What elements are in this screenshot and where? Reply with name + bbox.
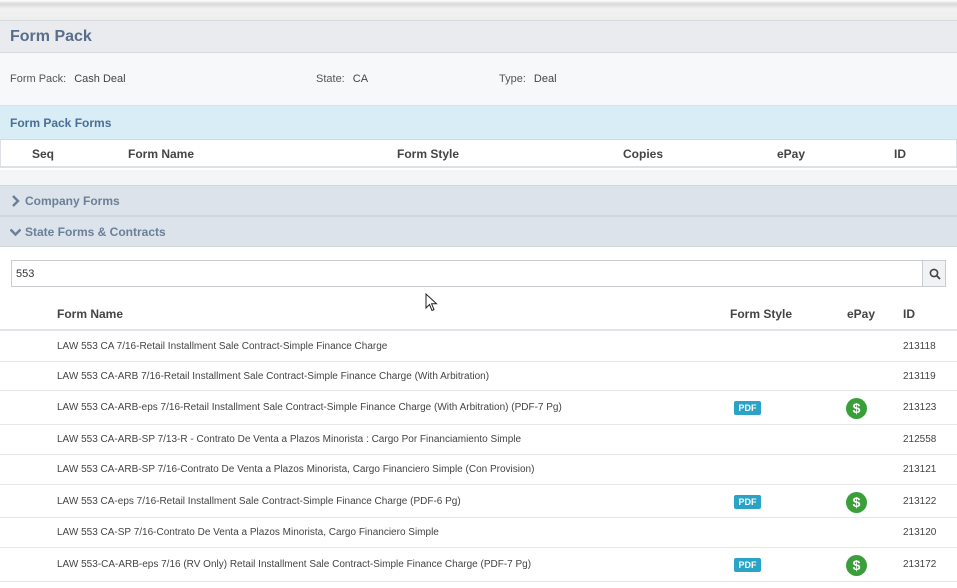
- form-id-cell: 212558: [903, 434, 937, 445]
- chevron-right-icon: [12, 195, 20, 207]
- state-forms-table-header: Form Name Form Style ePay ID: [0, 299, 957, 331]
- state-value: CA: [352, 73, 369, 85]
- state-forms-title: State Forms & Contracts: [25, 225, 166, 239]
- pdf-badge: PDF: [734, 401, 761, 415]
- state-forms-section[interactable]: State Forms & Contracts: [0, 216, 957, 247]
- column-id[interactable]: ID: [894, 147, 906, 161]
- chevron-down-icon: [10, 228, 21, 237]
- pdf-badge: PDF: [734, 495, 761, 509]
- form-pack-label: Form Pack:: [10, 73, 67, 85]
- form-id-cell: 213118: [903, 341, 936, 352]
- column-form-name[interactable]: Form Name: [57, 307, 123, 321]
- table-row[interactable]: LAW 553 CA-ARB-SP 7/13-R - Contrato De V…: [0, 425, 957, 455]
- table-row[interactable]: LAW 553 CA-eps 7/16-Retail Installment S…: [0, 485, 957, 518]
- mouse-cursor-icon: [425, 293, 438, 312]
- column-seq[interactable]: Seq: [32, 147, 54, 161]
- type-value: Deal: [533, 73, 557, 85]
- table-row[interactable]: LAW 553 CA-ARB-eps 7/16-Retail Installme…: [0, 391, 957, 425]
- form-pack-forms-empty-area: [0, 170, 957, 186]
- dollar-icon: $: [846, 555, 867, 576]
- page-title: Form Pack: [10, 28, 92, 45]
- form-name-cell: LAW 553 CA-ARB-SP 7/16-Contrato De Venta…: [57, 464, 535, 475]
- company-forms-section[interactable]: Company Forms: [0, 185, 957, 216]
- form-name-cell: LAW 553 CA-ARB 7/16-Retail Installment S…: [57, 371, 490, 382]
- form-id-cell: 213120: [903, 527, 937, 538]
- pdf-badge: PDF: [734, 558, 761, 572]
- form-pack-forms-table-header: Seq Form Name Form Style Copies ePay ID: [0, 140, 957, 168]
- state-label: State:: [316, 73, 345, 85]
- table-row[interactable]: LAW 553 CA 7/16-Retail Installment Sale …: [0, 332, 957, 362]
- company-forms-title: Company Forms: [25, 194, 120, 208]
- column-id[interactable]: ID: [903, 307, 915, 321]
- search-button[interactable]: [922, 260, 946, 287]
- column-epay[interactable]: ePay: [847, 307, 875, 321]
- type-field: Type: Deal: [499, 73, 557, 85]
- form-id-cell: 213122: [903, 496, 937, 507]
- form-pack-forms-title: Form Pack Forms: [10, 116, 112, 130]
- form-name-cell: LAW 553 CA-ARB-eps 7/16-Retail Installme…: [57, 402, 562, 413]
- state-field: State: CA: [316, 73, 368, 85]
- type-label: Type:: [499, 73, 526, 85]
- form-pack-info: Form Pack: Cash Deal State: CA Type: Deal: [0, 53, 957, 106]
- form-id-cell: 213121: [903, 464, 937, 475]
- form-name-cell: LAW 553 CA-ARB-SP 7/13-R - Contrato De V…: [57, 434, 522, 445]
- column-form-style[interactable]: Form Style: [397, 147, 459, 161]
- dollar-icon: $: [846, 492, 867, 513]
- form-id-cell: 213119: [903, 371, 936, 382]
- search-icon: [929, 268, 941, 280]
- form-pack-forms-header: Form Pack Forms: [0, 106, 957, 140]
- column-epay[interactable]: ePay: [777, 147, 805, 161]
- column-form-style[interactable]: Form Style: [730, 307, 792, 321]
- form-pack-value: Cash Deal: [74, 73, 126, 85]
- form-pack-field: Form Pack: Cash Deal: [10, 73, 126, 85]
- form-name-cell: LAW 553 CA-eps 7/16-Retail Installment S…: [57, 496, 461, 507]
- table-row[interactable]: LAW 553 CA-ARB-SP 7/16-Contrato De Venta…: [0, 455, 957, 485]
- search-input[interactable]: [11, 260, 923, 287]
- table-row[interactable]: LAW 553-CA-ARB-eps 7/16 (RV Only) Retail…: [0, 548, 957, 582]
- column-form-name[interactable]: Form Name: [128, 147, 194, 161]
- column-copies[interactable]: Copies: [623, 147, 663, 161]
- dollar-icon: $: [846, 398, 867, 419]
- top-bar: [0, 0, 957, 20]
- form-id-cell: 213172: [903, 559, 937, 570]
- table-row[interactable]: LAW 553 CA-SP 7/16-Contrato De Venta a P…: [0, 518, 957, 548]
- table-row[interactable]: LAW 553 CA-ARB 7/16-Retail Installment S…: [0, 362, 957, 391]
- form-name-cell: LAW 553 CA-SP 7/16-Contrato De Venta a P…: [57, 527, 439, 538]
- form-name-cell: LAW 553-CA-ARB-eps 7/16 (RV Only) Retail…: [57, 559, 532, 570]
- form-id-cell: 213123: [903, 402, 937, 413]
- form-name-cell: LAW 553 CA 7/16-Retail Installment Sale …: [57, 341, 388, 352]
- page-header: Form Pack: [0, 20, 957, 53]
